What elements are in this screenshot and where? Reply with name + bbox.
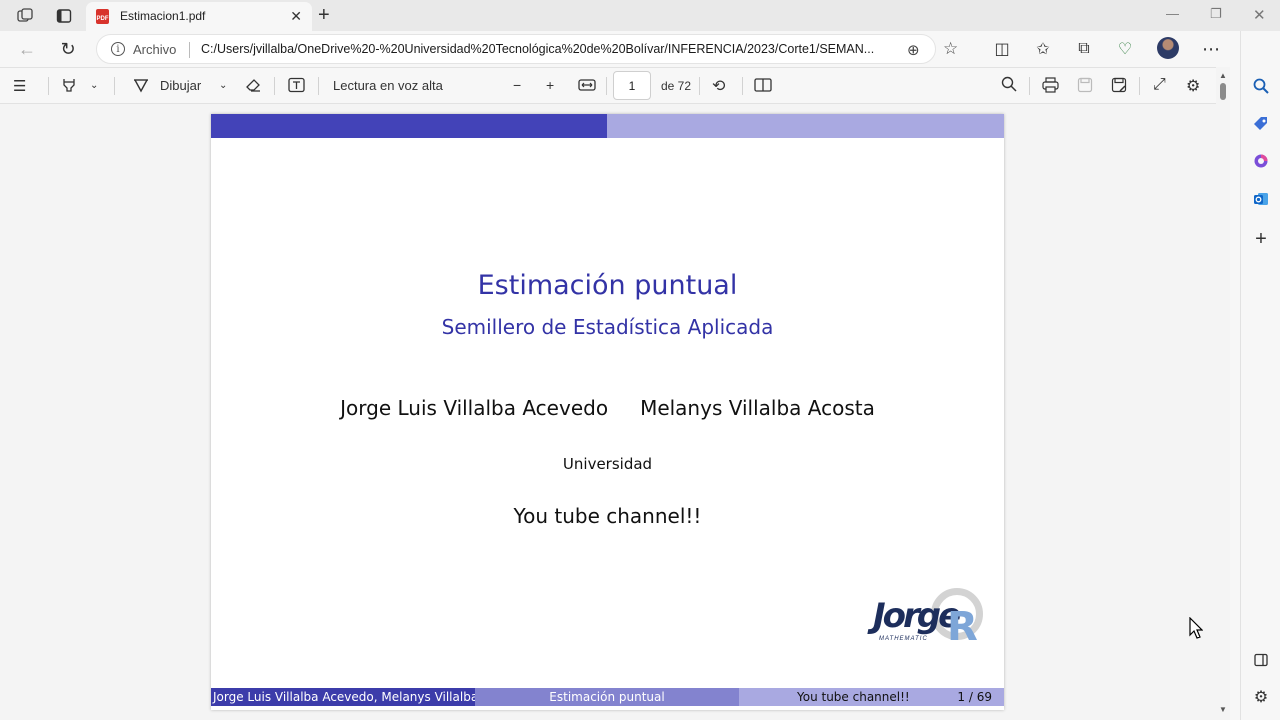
slide-title: Estimación puntual [477,270,738,301]
restore-icon[interactable]: ❐ [1210,6,1222,22]
divider [189,42,190,58]
workspaces-icon[interactable] [15,6,35,26]
jorge-r-logo: Jorge R MATHEMATIC [873,586,985,662]
minimize-icon[interactable]: — [1166,6,1179,21]
fit-page-icon[interactable] [578,77,596,96]
divider [1029,77,1030,95]
divider [1139,77,1140,95]
draw-icon[interactable] [133,77,149,96]
divider [742,77,743,95]
logo-r: R [947,604,978,650]
back-icon[interactable]: ← [15,37,39,61]
fullscreen-icon[interactable]: ⤢ [1153,76,1166,94]
tab-title: Estimacion1.pdf [120,9,206,23]
highlight-icon[interactable] [61,77,77,96]
rotate-icon[interactable]: ⟲ [712,76,725,96]
mouse-cursor-icon [1189,617,1203,639]
close-window-icon[interactable]: ✕ [1253,6,1266,24]
divider [318,77,319,95]
address-row: ← ↻ i Archivo C:/Users/jvillalba/OneDriv… [0,31,1240,67]
footer-page-number: 1 / 69 [957,690,992,704]
tab-bar: PDF Estimacion1.pdf ✕ + — ❐ ✕ [0,0,1280,31]
search-icon[interactable] [1249,74,1273,98]
tab-actions-icon[interactable] [54,6,74,26]
performance-icon[interactable]: ♡ [1116,40,1134,58]
zoom-out-icon[interactable]: − [513,77,521,93]
contents-icon[interactable]: ☰ [13,77,26,95]
scroll-down-icon[interactable]: ▼ [1219,705,1227,714]
divider [606,77,607,95]
footer-date: You tube channel!! [797,690,910,704]
footer-title: Estimación puntual [475,688,739,706]
search-icon[interactable] [1001,76,1017,96]
info-icon[interactable]: i [111,42,125,56]
header-bar-light [607,114,1004,138]
footer-authors: Jorge Luis Villalba Acevedo, Melanys Vil… [211,688,475,706]
save-icon[interactable] [1077,77,1093,96]
slide-date: You tube channel!! [513,504,702,528]
new-tab-icon[interactable]: + [318,4,330,27]
author-1: Jorge Luis Villalba Acevedo [340,396,609,420]
logo-tagline: MATHEMATIC [879,636,928,642]
divider [699,77,700,95]
print-icon[interactable] [1042,77,1059,96]
chevron-down-icon[interactable]: ⌄ [90,80,98,91]
profile-avatar[interactable] [1157,37,1179,59]
office-icon[interactable] [1249,149,1273,173]
slide-institution: Universidad [562,455,653,473]
draw-button[interactable]: Dibujar [160,78,201,93]
footer-right: You tube channel!! 1 / 69 [739,688,1004,706]
page-total: de 72 [661,79,692,93]
tab-active[interactable]: PDF Estimacion1.pdf ✕ [86,2,312,31]
pdf-icon: PDF [96,9,109,24]
sidebar-settings-icon[interactable]: ⚙ [1249,685,1273,709]
scroll-up-icon[interactable]: ▲ [1219,71,1227,80]
more-options-icon[interactable]: ⋯ [1202,39,1220,59]
logo-word: Jorge [873,596,961,636]
pdf-page: Estimación puntual Semillero de Estadíst… [211,114,1004,710]
address-bar[interactable]: i Archivo C:/Users/jvillalba/OneDrive%20… [96,34,958,64]
refresh-icon[interactable]: ↻ [56,37,80,61]
favorites-icon[interactable]: ✩ [1034,40,1052,58]
save-as-icon[interactable] [1111,77,1127,96]
close-tab-icon[interactable]: ✕ [290,8,302,25]
page-view-icon[interactable] [754,77,772,96]
pdf-viewer[interactable]: Estimación puntual Semillero de Estadíst… [0,104,1216,720]
divider [114,77,115,95]
settings-gear-icon[interactable]: ⚙ [1186,76,1200,96]
vertical-scrollbar[interactable]: ▲ ▼ [1216,67,1230,720]
protocol-label: Archivo [133,42,177,57]
page-number-input[interactable]: 1 [613,71,651,100]
add-sidebar-app-icon[interactable]: + [1249,227,1273,251]
shopping-tag-icon[interactable] [1249,112,1273,136]
read-aloud-button[interactable]: Lectura en voz alta [333,78,443,93]
favorite-star-icon[interactable]: ☆ [943,39,958,59]
divider [274,77,275,95]
add-text-icon[interactable] [288,77,305,96]
slide-subtitle: Semillero de Estadística Aplicada [441,315,774,339]
hide-sidebar-icon[interactable] [1249,648,1273,672]
eraser-icon[interactable] [245,77,262,96]
scroll-thumb[interactable] [1220,83,1226,100]
split-screen-icon[interactable]: ◫ [993,40,1011,58]
zoom-icon[interactable]: ⊕ [907,41,920,59]
outlook-icon[interactable] [1249,187,1273,211]
divider [48,77,49,95]
pdf-toolbar: ☰ ⌄ Dibujar ⌄ Lectura en voz alta − + 1 … [0,67,1230,104]
edge-sidebar: + ⚙ [1240,31,1280,720]
zoom-in-icon[interactable]: + [546,77,554,93]
url-text[interactable]: C:/Users/jvillalba/OneDrive%20-%20Univer… [201,42,874,56]
author-2: Melanys Villalba Acosta [640,396,875,420]
header-bar-dark [211,114,607,138]
collections-icon[interactable]: ⧉ [1075,40,1093,58]
chevron-down-icon[interactable]: ⌄ [219,80,227,91]
slide-authors: Jorge Luis Villalba Acevedo Melanys Villa… [211,396,1004,420]
